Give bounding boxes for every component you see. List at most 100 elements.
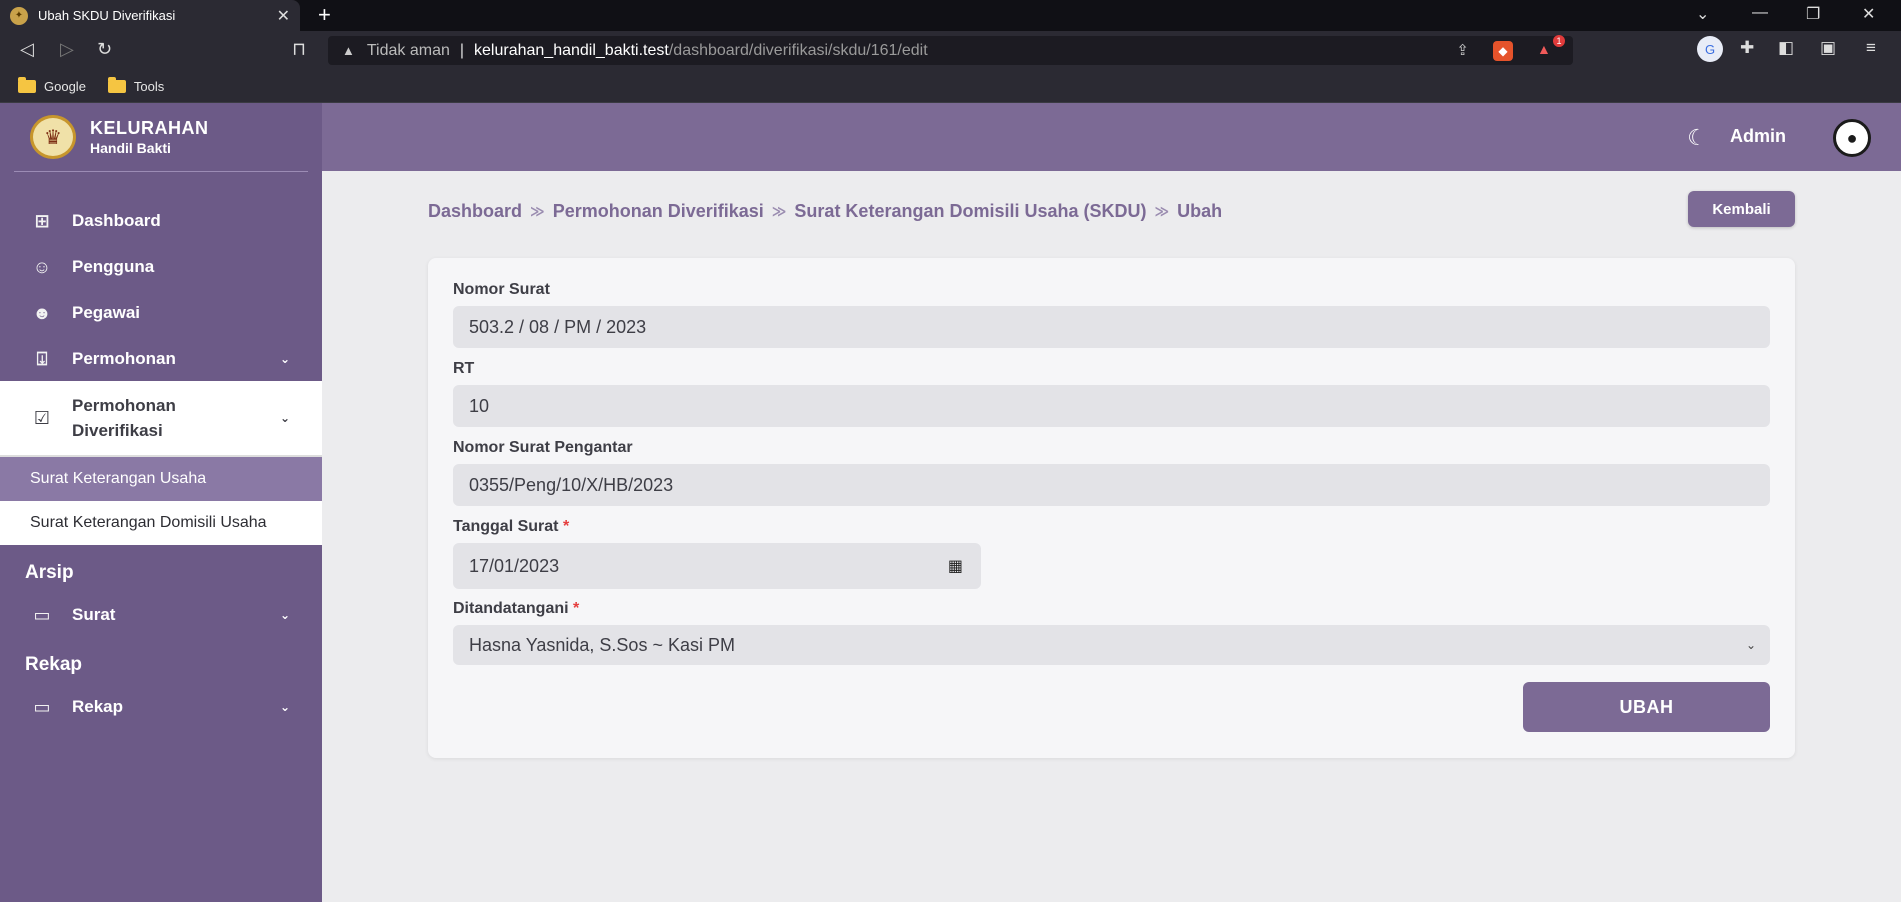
nomor-surat-pengantar-label: Nomor Surat Pengantar (453, 439, 633, 456)
sidebar-item-pengguna[interactable]: ☺ Pengguna (0, 245, 322, 289)
share-icon[interactable]: ⇪ (1456, 41, 1469, 61)
breadcrumb-separator-icon: ≫ (530, 203, 545, 219)
rt-field[interactable]: 10 (453, 385, 1770, 427)
brave-shield-icon[interactable]: ◆ (1493, 41, 1513, 61)
section-heading-arsip: Arsip (25, 562, 74, 583)
sidebar-item-label: Pengguna (72, 257, 155, 276)
user-name[interactable]: Admin (1730, 126, 1786, 147)
chevron-down-icon: ⌄ (1745, 638, 1756, 652)
breadcrumb-skdu[interactable]: Surat Keterangan Domisili Usaha (SKDU) (794, 201, 1146, 222)
folder-icon (18, 77, 36, 93)
sidebar-item-label: Dashboard (72, 211, 161, 230)
forward-icon[interactable]: ▷ (60, 39, 74, 60)
sidebar-subitem-surat-keterangan-usaha[interactable]: Surat Keterangan Usaha (0, 457, 322, 501)
extensions-icon[interactable]: ✚ (1740, 38, 1754, 58)
brand[interactable]: ♛ KELURAHAN Handil Bakti (0, 103, 322, 171)
nomor-surat-field[interactable]: 503.2 / 08 / PM / 2023 (453, 306, 1770, 348)
back-icon[interactable]: ◁ (20, 39, 34, 60)
bookmark-google[interactable]: Google (18, 77, 86, 94)
url-path: /dashboard/diverifikasi/skdu/161/edit (668, 41, 928, 59)
chevron-down-icon: ⌄ (279, 700, 290, 714)
sidebar-subitem-label: Surat Keterangan Domisili Usaha (30, 514, 267, 531)
breadcrumb-dashboard[interactable]: Dashboard (428, 201, 522, 222)
address-bar[interactable]: ▲ Tidak aman | kelurahan_handil_bakti.te… (328, 35, 1573, 65)
sidebar-item-surat[interactable]: ▭ Surat ⌄ (0, 593, 322, 637)
restore-icon[interactable]: ❐ (1806, 4, 1820, 24)
bookmark-page-icon[interactable]: ⊓ (292, 39, 306, 60)
sidebar-item-label: Permohonan Diverifikasi (72, 396, 176, 440)
grid-icon: ⊞ (34, 210, 50, 231)
bookmark-label: Google (44, 79, 86, 94)
checklist-icon: ☑ (33, 407, 51, 428)
users-outline-icon: ☺ (32, 256, 52, 277)
sidebar-item-rekap[interactable]: ▭ Rekap ⌄ (0, 685, 322, 729)
bookmarks-bar: Google Tools (0, 71, 1901, 103)
ubah-submit-button[interactable]: UBAH (1523, 682, 1770, 732)
sidebar-toggle-icon[interactable]: ◧ (1778, 38, 1794, 58)
nomor-surat-pengantar-value: 0355/Peng/10/X/HB/2023 (469, 474, 674, 495)
dark-mode-toggle-icon[interactable]: ☾ (1687, 125, 1707, 151)
bookmark-label: Tools (133, 79, 165, 94)
back-button[interactable]: Kembali (1688, 191, 1795, 227)
breadcrumb-current: Ubah (1177, 201, 1223, 221)
sidebar-item-label: Permohonan (72, 349, 176, 368)
browser-tab-bar: ✦ Ubah SKDU Diverifikasi ✕ + ⌄ — ❐ ✕ (0, 0, 1901, 31)
tanggal-surat-date-input[interactable]: 17/01/2023 ▦ (453, 543, 981, 589)
ditandatangani-label: Ditandatangani * (453, 600, 579, 618)
new-tab-button[interactable]: + (318, 2, 331, 28)
rewards-icon[interactable]: ▲ 1 (1537, 35, 1565, 59)
chevron-down-icon: ⌄ (279, 411, 290, 425)
section-heading-rekap: Rekap (25, 654, 83, 675)
folder-icon: ▭ (33, 604, 51, 625)
required-mark: * (562, 518, 570, 535)
top-bar: ☾ Admin ● (322, 103, 1901, 171)
tab-title: Ubah SKDU Diverifikasi (38, 8, 176, 23)
url-host: kelurahan_handil_bakti.test (474, 41, 669, 59)
sidebar-item-dashboard[interactable]: ⊞ Dashboard (0, 199, 322, 243)
warning-icon: ▲ (342, 43, 355, 58)
tab-search-icon[interactable]: ⌄ (1696, 4, 1709, 24)
sidebar-item-label: Rekap (72, 697, 124, 716)
translate-extension-icon[interactable]: G (1697, 36, 1723, 62)
breadcrumb-separator-icon: ≫ (771, 203, 787, 219)
rt-label: RT (453, 360, 475, 377)
brand-subtitle: Handil Bakti (90, 140, 171, 156)
edit-form-card: Nomor Surat 503.2 / 08 / PM / 2023 RT 10… (428, 258, 1795, 758)
minimize-icon[interactable]: — (1752, 4, 1768, 22)
calendar-icon[interactable]: ▦ (948, 556, 963, 576)
sidebar-subitem-surat-keterangan-domisili-usaha[interactable]: Surat Keterangan Domisili Usaha (0, 501, 322, 545)
ditandatangani-select[interactable]: Hasna Yasnida, S.Sos ~ Kasi PM ⌄ (453, 625, 1770, 665)
reload-icon[interactable]: ↻ (97, 39, 112, 60)
brand-title: KELURAHAN (90, 118, 209, 138)
folder-icon: ▭ (33, 696, 51, 717)
divider (14, 171, 308, 172)
rt-value: 10 (469, 395, 490, 416)
browser-toolbar: ◁ ▷ ↻ ⊓ ▲ Tidak aman | kelurahan_handil_… (0, 31, 1901, 71)
bookmark-tools[interactable]: Tools (107, 77, 165, 94)
ditandatangani-value: Hasna Yasnida, S.Sos ~ Kasi PM (469, 634, 735, 655)
required-mark: * (573, 600, 580, 617)
sidebar: ♛ KELURAHAN Handil Bakti ⊞ Dashboard ☺ P… (0, 103, 322, 902)
wallet-icon[interactable]: ▣ (1820, 38, 1836, 58)
browser-menu-icon[interactable]: ≡ (1866, 38, 1876, 58)
breadcrumb: Dashboard ≫ Permohonan Diverifikasi ≫ Su… (428, 201, 1222, 222)
sidebar-item-permohonan[interactable]: ⍗ Permohonan ⌄ (0, 337, 322, 381)
sidebar-subitem-label: Surat Keterangan Usaha (30, 470, 207, 487)
sidebar-item-pegawai[interactable]: ☻ Pegawai (0, 291, 322, 335)
close-window-icon[interactable]: ✕ (1862, 4, 1875, 24)
users-icon: ☻ (32, 302, 52, 323)
sidebar-item-label: Pegawai (72, 303, 141, 322)
tab-close-icon[interactable]: ✕ (277, 6, 290, 26)
nomor-surat-value: 503.2 / 08 / PM / 2023 (469, 316, 647, 337)
rewards-badge: 1 (1553, 35, 1565, 47)
tanggal-surat-value: 17/01/2023 (469, 555, 560, 576)
nomor-surat-pengantar-field[interactable]: 0355/Peng/10/X/HB/2023 (453, 464, 1770, 506)
avatar-icon[interactable]: ● (1833, 119, 1871, 157)
sidebar-item-permohonan-diverifikasi[interactable]: ☑ Permohonan Diverifikasi ⌄ (0, 381, 322, 457)
chevron-down-icon: ⌄ (279, 352, 290, 366)
browser-tab[interactable]: ✦ Ubah SKDU Diverifikasi ✕ (0, 0, 300, 31)
security-label: Tidak aman (366, 41, 450, 59)
breadcrumb-permohonan-diverifikasi[interactable]: Permohonan Diverifikasi (553, 201, 764, 222)
nomor-surat-label: Nomor Surat (453, 281, 550, 298)
app-viewport: ♛ KELURAHAN Handil Bakti ⊞ Dashboard ☺ P… (0, 103, 1901, 902)
